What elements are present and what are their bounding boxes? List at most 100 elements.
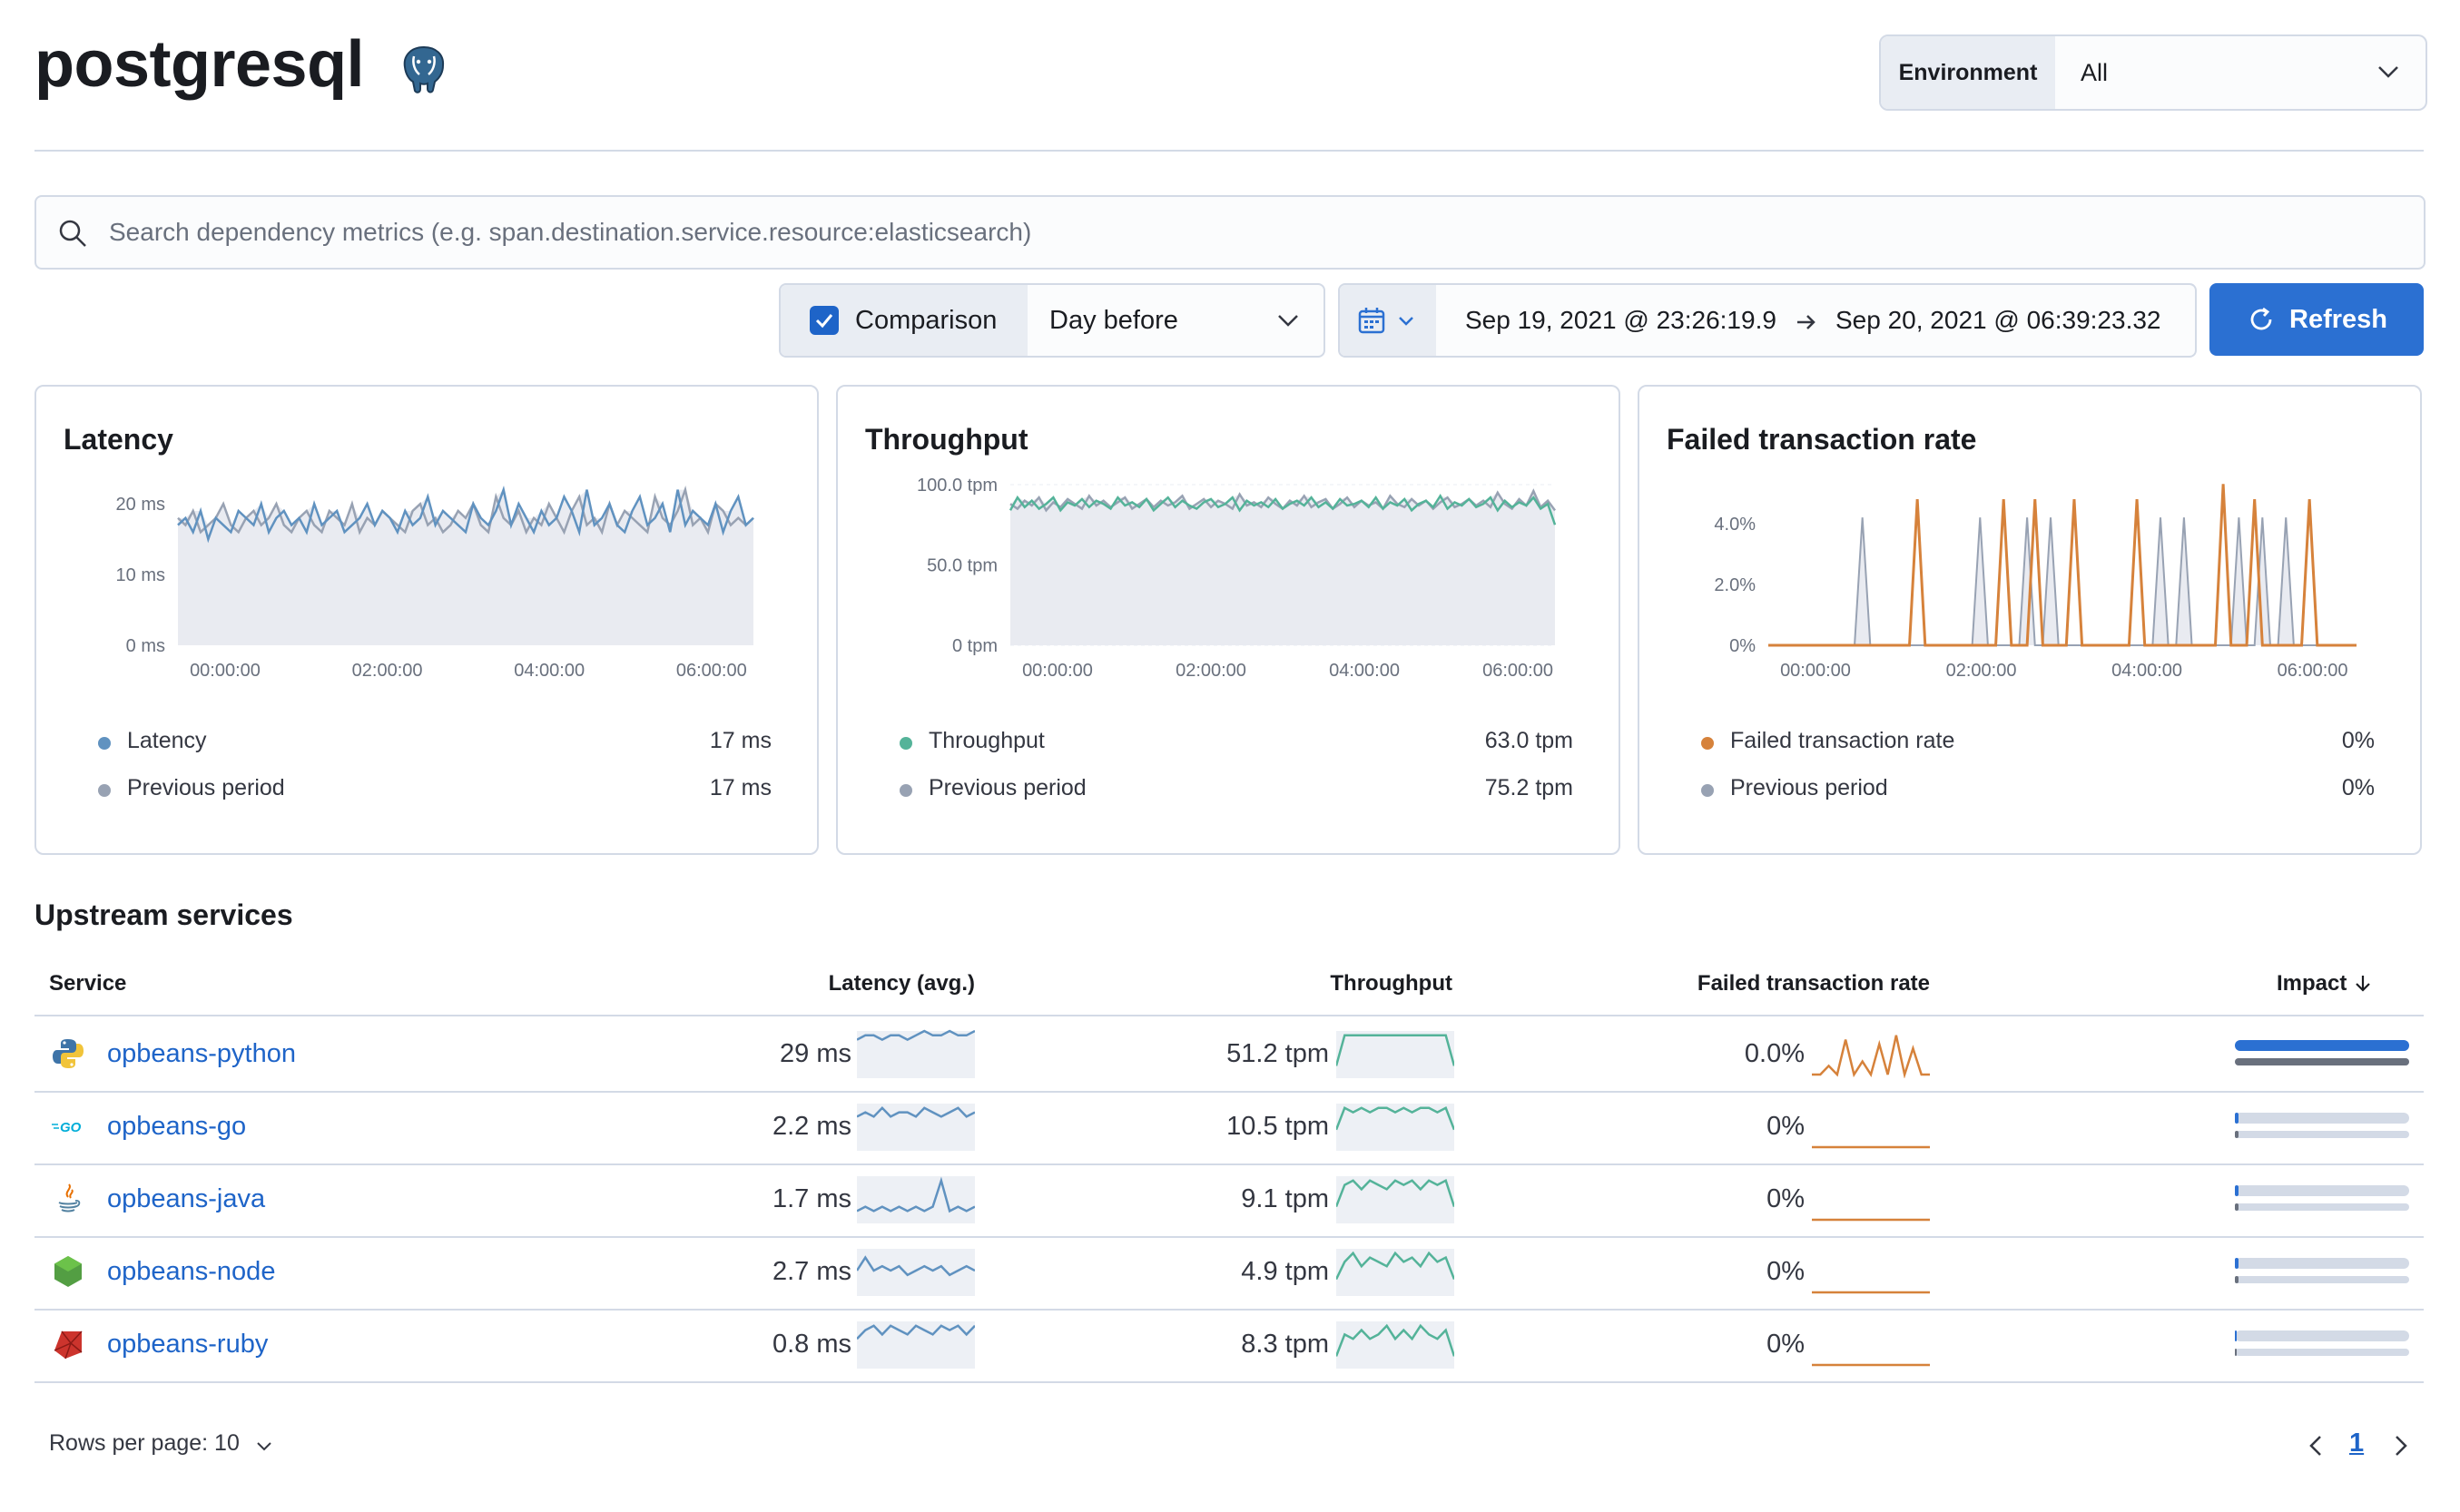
service-link[interactable]: opbeans-ruby (107, 1307, 268, 1381)
comparison-toggle[interactable]: Comparison (781, 285, 1028, 356)
quick-menu-button[interactable] (1340, 285, 1436, 356)
previous-period-line (1768, 517, 2357, 646)
impact-bar (2235, 1113, 2409, 1124)
arrow-down-icon (2356, 976, 2370, 992)
latency-sparkline (857, 1321, 975, 1369)
impact-bar-fill (2235, 1330, 2237, 1341)
chevron-down-icon (1278, 315, 1298, 327)
refresh-label: Refresh (2289, 304, 2387, 334)
impact-bar-fill (2235, 1203, 2239, 1211)
impact-bar-previous (2235, 1203, 2409, 1211)
service-link[interactable]: opbeans-java (107, 1162, 265, 1236)
sparkline-background (1336, 1321, 1454, 1369)
y-tick-label: 10 ms (116, 565, 165, 585)
table-row: opbeans-java 1.7 ms 9.1 tpm 0% (34, 1162, 2424, 1238)
table-row: opbeans-node 2.7 ms 4.9 tpm 0% (34, 1234, 2424, 1311)
x-tick-label: 04:00:00 (2111, 661, 2182, 681)
x-tick-label: 00:00:00 (190, 661, 261, 681)
impact-bar-fill (2235, 1058, 2409, 1065)
svg-text:GO: GO (60, 1120, 82, 1135)
sparkline-series (1812, 1035, 1930, 1078)
y-tick-label: 0 tpm (952, 636, 998, 656)
y-tick-label: 0 ms (126, 636, 165, 656)
failed-rate-sparkline (1812, 1145, 1930, 1149)
end-date[interactable]: Sep 20, 2021 @ 06:39:23.32 (1835, 285, 2161, 356)
impact-bar (2235, 1185, 2409, 1196)
column-header-failed-transaction-rate[interactable]: Failed transaction rate (1634, 971, 1930, 997)
refresh-icon (2250, 307, 2272, 330)
search-bar[interactable]: Search dependency metrics (e.g. span.des… (34, 195, 2426, 270)
impact-bar-fill (2235, 1258, 2239, 1269)
latency-value: 0.8 ms (772, 1329, 851, 1359)
failed-transaction-rate-panel: Failed transaction rate 0% 2.0% 4.0% 00:00:… (1638, 385, 2422, 855)
impact-bar-fill (2235, 1276, 2239, 1283)
sparkline-background (857, 1031, 975, 1078)
service-link[interactable]: opbeans-python (107, 1016, 296, 1091)
column-header-throughput[interactable]: Throughput (1207, 971, 1452, 997)
y-tick-label: 20 ms (116, 495, 165, 515)
start-date[interactable]: Sep 19, 2021 @ 23:26:19.9 (1465, 285, 1776, 356)
chart-area-shade (1010, 491, 1555, 645)
service-link[interactable]: opbeans-go (107, 1089, 246, 1163)
previous-period-spike-area (2231, 517, 2247, 645)
column-header-latency[interactable]: Latency (avg.) (733, 971, 975, 997)
failed-rate-value: 0% (1766, 1329, 1805, 1359)
table-row: GO opbeans-go 2.2 ms 10.5 tpm 0% (34, 1089, 2424, 1165)
python-icon (51, 1036, 85, 1071)
environment-select[interactable]: Environment All (1879, 34, 2427, 111)
failed-rate-sparkline (1812, 1363, 1930, 1367)
x-tick-label: 00:00:00 (1780, 661, 1851, 681)
y-tick-label: 4.0% (1714, 515, 1756, 535)
column-header-service[interactable]: Service (49, 971, 126, 997)
impact-bar-fill (2235, 1131, 2239, 1138)
header-divider (34, 150, 2424, 152)
x-tick-label: 02:00:00 (1176, 661, 1246, 681)
x-tick-label: 04:00:00 (1329, 661, 1400, 681)
chevron-down-icon (2378, 66, 2398, 78)
page-title: postgresql (34, 28, 365, 101)
latency-value: 2.2 ms (772, 1111, 851, 1141)
x-tick-label: 02:00:00 (1946, 661, 2017, 681)
impact-bar-previous (2235, 1131, 2409, 1138)
next-page-icon[interactable] (2389, 1432, 2413, 1459)
ruby-icon (51, 1327, 85, 1361)
y-tick-label: 50.0 tpm (927, 556, 998, 576)
java-icon (51, 1182, 85, 1216)
sparkline-background (857, 1104, 975, 1151)
failed-rate-value: 0.0% (1744, 1038, 1805, 1068)
environment-value: All (2081, 58, 2109, 86)
throughput-sparkline (1336, 1249, 1454, 1296)
legend-value: 17 ms (709, 728, 772, 753)
legend-value: 0% (2341, 728, 2375, 753)
comparison-control[interactable]: Comparison Day before (779, 283, 1325, 358)
table-row: opbeans-ruby 0.8 ms 8.3 tpm 0% (34, 1307, 2424, 1383)
latency-value: 2.7 ms (772, 1256, 851, 1286)
throughput-sparkline (1336, 1321, 1454, 1369)
service-link[interactable]: opbeans-node (107, 1234, 275, 1309)
throughput-value: 10.5 tpm (1226, 1111, 1329, 1141)
throughput-sparkline (1336, 1031, 1454, 1078)
impact-bar-fill (2235, 1040, 2409, 1051)
refresh-button[interactable]: Refresh (2209, 283, 2424, 356)
sparkline-background (857, 1321, 975, 1369)
x-tick-label: 02:00:00 (352, 661, 423, 681)
comparison-checkbox[interactable] (810, 306, 839, 335)
date-picker[interactable]: Sep 19, 2021 @ 23:26:19.9 Sep 20, 2021 @… (1338, 283, 2197, 358)
failed-transaction-rate-chart: 0% 2.0% 4.0% 00:00:00 02:00:00 04:00:00 06:00:… (1714, 484, 2357, 681)
x-tick-label: 06:00:00 (2278, 661, 2348, 681)
previous-period-spike-area (2153, 517, 2168, 645)
column-header-impact[interactable]: Impact (2251, 971, 2373, 997)
sparkline-background (857, 1249, 975, 1296)
failed-rate-value: 0% (1766, 1183, 1805, 1213)
impact-bar-previous (2235, 1349, 2409, 1356)
comparison-period-select[interactable]: Day before (1049, 285, 1178, 356)
impact-bar-fill (2235, 1185, 2239, 1196)
page-number[interactable]: 1 (2349, 1429, 2364, 1458)
rows-per-page-select[interactable]: Rows per page: 10 (49, 1430, 240, 1457)
comparison-label: Comparison (855, 305, 998, 335)
failed-rate-sparkline (1812, 1218, 1930, 1222)
previous-page-icon[interactable] (2304, 1432, 2327, 1459)
latency-sparkline (857, 1029, 975, 1078)
previous-period-spike-area (1973, 517, 1988, 645)
throughput-value: 9.1 tpm (1241, 1183, 1329, 1213)
